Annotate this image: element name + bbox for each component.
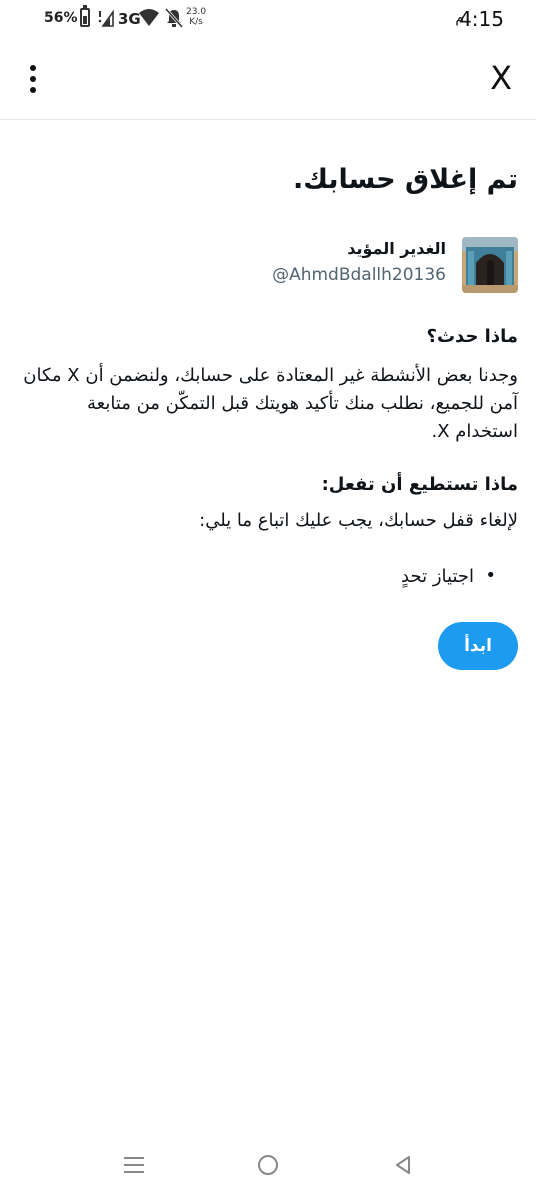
battery-percent: 56% — [44, 10, 78, 26]
system-nav-bar — [0, 1132, 536, 1200]
back-triangle-icon[interactable] — [392, 1154, 414, 1176]
what-you-can-do-body: لإلغاء قفل حسابك، يجب عليك اتباع ما يلي: — [199, 510, 518, 531]
avatar — [462, 237, 518, 293]
clock: 4:15 — [459, 7, 504, 31]
kebab-menu-icon[interactable] — [22, 63, 44, 95]
close-button[interactable]: X — [490, 60, 512, 96]
account-handle: @AhmdBdallh20136 — [272, 265, 446, 285]
recents-icon[interactable] — [124, 1157, 144, 1173]
speed-unit: K/s — [189, 17, 203, 27]
steps-list: اجتياز تحدٍ — [401, 565, 496, 587]
account-name: الغدير المؤيد — [347, 239, 446, 258]
speed-value: 23.0 — [186, 7, 207, 17]
signal-icon — [98, 9, 114, 27]
account-card: الغدير المؤيد @AhmdBdallh20136 — [258, 237, 518, 293]
what-happened-body: وجدنا بعض الأنشطة غير المعتادة على حسابك… — [23, 365, 518, 442]
start-button[interactable]: ابدأ — [438, 622, 518, 670]
app-header: X — [0, 36, 536, 120]
network-speed: 23.0 K/s — [186, 7, 206, 27]
battery-icon — [80, 5, 90, 27]
list-item: اجتياز تحدٍ — [401, 565, 496, 587]
mute-icon — [164, 8, 184, 28]
what-happened-heading: ماذا حدث؟ — [426, 326, 518, 347]
what-you-can-do-heading: ماذا تستطيع أن تفعل: — [321, 474, 518, 495]
page-title: تم إغلاق حسابك. — [292, 164, 518, 195]
status-bar: 56% 3G 23.0 K/s م 4:15 — [0, 0, 536, 36]
home-circle-icon[interactable] — [258, 1155, 278, 1175]
wifi-icon — [139, 9, 159, 26]
